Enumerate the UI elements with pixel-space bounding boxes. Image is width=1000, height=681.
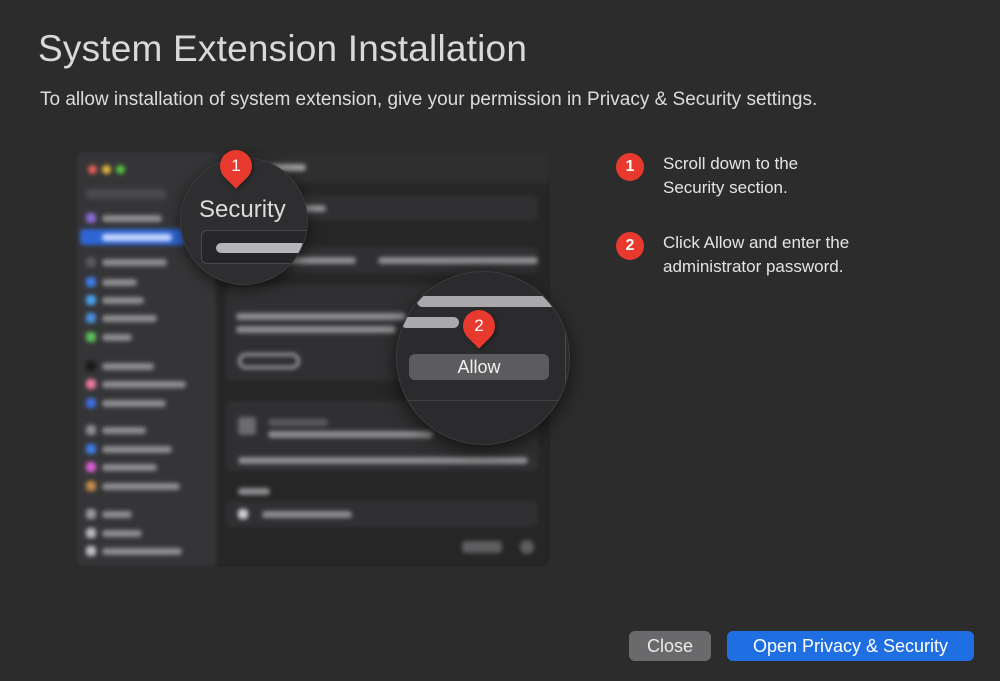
open-privacy-security-button[interactable]: Open Privacy & Security	[727, 631, 974, 661]
magnifier-field	[201, 230, 307, 264]
card-text	[378, 257, 538, 264]
sidebar-icon	[86, 213, 96, 223]
card-text	[262, 511, 352, 518]
sidebar-icon	[86, 277, 96, 287]
card-text	[238, 457, 528, 464]
card-icon	[238, 509, 248, 519]
sidebar-icon	[86, 257, 96, 267]
illustration-button	[238, 353, 300, 369]
sidebar-text	[102, 483, 180, 490]
sidebar-text	[102, 530, 142, 537]
dialog-title: System Extension Installation	[38, 28, 528, 69]
card-text	[268, 431, 433, 438]
sidebar-icon	[86, 313, 96, 323]
sidebar-icon	[86, 528, 96, 538]
sidebar-text	[102, 315, 157, 322]
sidebar-text	[102, 464, 157, 471]
sidebar-text	[102, 234, 172, 241]
sidebar-text	[102, 548, 182, 555]
sidebar-icon	[86, 361, 96, 371]
card-text	[268, 419, 328, 426]
sidebar-search-bar	[86, 189, 166, 199]
magnifier-text-bar	[401, 317, 459, 328]
step-2-text: Click Allow and enter the administrator …	[663, 233, 850, 276]
sidebar-icon	[86, 398, 96, 408]
sidebar-icon	[86, 509, 96, 519]
minimize-dot-icon	[102, 165, 111, 174]
magnifier-security-label: Security	[199, 196, 286, 223]
close-dot-icon	[88, 165, 97, 174]
sidebar-text	[102, 215, 162, 222]
sidebar-text	[102, 297, 144, 304]
card-icon	[238, 417, 256, 435]
step-1-text: Scroll down to the Security section.	[663, 154, 799, 197]
magnifier-allow-button: Allow	[409, 354, 549, 380]
dialog-subtitle: To allow installation of system extensio…	[40, 89, 818, 110]
card-text	[236, 326, 396, 333]
step-1-badge: 1	[616, 153, 644, 181]
illustration-small-button	[462, 541, 502, 553]
sidebar-icon	[86, 444, 96, 454]
help-icon	[520, 540, 534, 554]
sidebar-text	[102, 381, 186, 388]
step-2-badge: 2	[616, 232, 644, 260]
magnifier-divider	[397, 400, 569, 401]
sidebar-text	[102, 511, 132, 518]
close-button[interactable]: Close	[629, 631, 711, 661]
sidebar-icon	[86, 425, 96, 435]
sidebar-text	[102, 259, 167, 266]
sidebar-icon	[86, 332, 96, 342]
pin-2-icon: 2	[456, 303, 502, 349]
sidebar-text	[102, 279, 137, 286]
sidebar-text	[102, 363, 154, 370]
system-extension-dialog: System Extension Installation To allow i…	[0, 0, 1000, 681]
sidebar-icon	[86, 462, 96, 472]
allow-magnifier: Allow	[396, 271, 570, 445]
magnifier-divider	[565, 322, 566, 392]
sidebar-icon	[86, 379, 96, 389]
magnifier-text-bar	[417, 296, 557, 307]
zoom-dot-icon	[116, 165, 125, 174]
sidebar-text	[102, 400, 166, 407]
sidebar-icon	[86, 546, 96, 556]
card-text	[238, 488, 270, 495]
sidebar-text	[102, 427, 146, 434]
sidebar-text	[102, 334, 132, 341]
sidebar-icon	[86, 481, 96, 491]
card-text	[236, 313, 406, 320]
sidebar-icon	[86, 295, 96, 305]
pin-1-icon: 1	[213, 143, 259, 189]
sidebar-text	[102, 446, 172, 453]
